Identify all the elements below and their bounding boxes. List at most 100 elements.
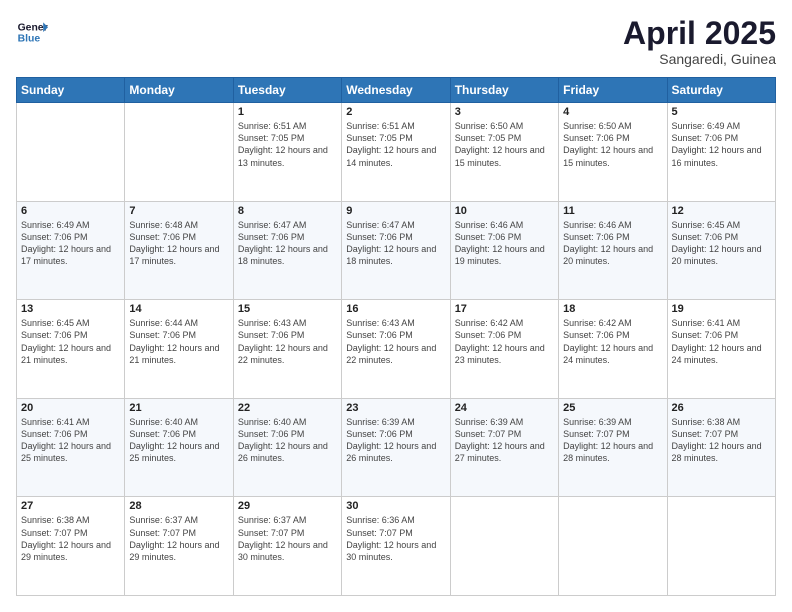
col-monday: Monday (125, 78, 233, 103)
day-number: 4 (563, 106, 662, 118)
day-number: 1 (238, 106, 337, 118)
day-number: 26 (672, 402, 771, 414)
day-info: Sunrise: 6:47 AMSunset: 7:06 PMDaylight:… (238, 219, 337, 268)
day-info: Sunrise: 6:50 AMSunset: 7:06 PMDaylight:… (563, 120, 662, 169)
day-info: Sunrise: 6:42 AMSunset: 7:06 PMDaylight:… (455, 317, 554, 366)
day-info: Sunrise: 6:42 AMSunset: 7:06 PMDaylight:… (563, 317, 662, 366)
calendar-week-row-4: 20Sunrise: 6:41 AMSunset: 7:06 PMDayligh… (17, 398, 776, 497)
day-info: Sunrise: 6:44 AMSunset: 7:06 PMDaylight:… (129, 317, 228, 366)
day-number: 22 (238, 402, 337, 414)
day-info: Sunrise: 6:39 AMSunset: 7:07 PMDaylight:… (563, 416, 662, 465)
table-row (667, 497, 775, 596)
day-info: Sunrise: 6:45 AMSunset: 7:06 PMDaylight:… (672, 219, 771, 268)
day-number: 8 (238, 205, 337, 217)
table-row: 18 Sunrise: 6:42 AMSunset: 7:06 PMDayligh… (559, 300, 667, 399)
table-row: 1 Sunrise: 6:51 AMSunset: 7:05 PMDaylight… (233, 103, 341, 202)
table-row: 24Sunrise: 6:39 AMSunset: 7:07 PMDayligh… (450, 398, 558, 497)
table-row: 16Sunrise: 6:43 AMSunset: 7:06 PMDayligh… (342, 300, 450, 399)
day-number: 13 (21, 303, 120, 315)
table-row: 9 Sunrise: 6:47 AMSunset: 7:06 PMDaylight… (342, 201, 450, 300)
table-row: 8 Sunrise: 6:47 AMSunset: 7:06 PMDaylight… (233, 201, 341, 300)
header: General Blue April 2025 Sangaredi, Guine… (16, 16, 776, 67)
table-row: 2 Sunrise: 6:51 AMSunset: 7:05 PMDaylight… (342, 103, 450, 202)
day-number: 18 (563, 303, 662, 315)
table-row: 13 Sunrise: 6:45 AMSunset: 7:06 PMDayligh… (17, 300, 125, 399)
day-number: 16 (346, 303, 445, 315)
table-row: 7 Sunrise: 6:48 AMSunset: 7:06 PMDaylight… (125, 201, 233, 300)
day-info: Sunrise: 6:41 AMSunset: 7:06 PMDaylight:… (672, 317, 771, 366)
day-info: Sunrise: 6:40 AMSunset: 7:06 PMDaylight:… (238, 416, 337, 465)
day-number: 29 (238, 500, 337, 512)
day-info: Sunrise: 6:49 AMSunset: 7:06 PMDaylight:… (21, 219, 120, 268)
table-row: 14 Sunrise: 6:44 AMSunset: 7:06 PMDayligh… (125, 300, 233, 399)
day-info: Sunrise: 6:45 AMSunset: 7:06 PMDaylight:… (21, 317, 120, 366)
day-number: 5 (672, 106, 771, 118)
day-info: Sunrise: 6:36 AMSunset: 7:07 PMDaylight:… (346, 514, 445, 563)
col-wednesday: Wednesday (342, 78, 450, 103)
table-row: 30Sunrise: 6:36 AMSunset: 7:07 PMDayligh… (342, 497, 450, 596)
day-number: 17 (455, 303, 554, 315)
day-number: 28 (129, 500, 228, 512)
table-row: 25 Sunrise: 6:39 AMSunset: 7:07 PMDayligh… (559, 398, 667, 497)
day-number: 27 (21, 500, 120, 512)
day-info: Sunrise: 6:46 AMSunset: 7:06 PMDaylight:… (563, 219, 662, 268)
table-row: 26Sunrise: 6:38 AMSunset: 7:07 PMDayligh… (667, 398, 775, 497)
day-number: 9 (346, 205, 445, 217)
day-info: Sunrise: 6:38 AMSunset: 7:07 PMDaylight:… (21, 514, 120, 563)
day-number: 7 (129, 205, 228, 217)
calendar-week-row-3: 13 Sunrise: 6:45 AMSunset: 7:06 PMDayligh… (17, 300, 776, 399)
table-row: 10Sunrise: 6:46 AMSunset: 7:06 PMDayligh… (450, 201, 558, 300)
day-info: Sunrise: 6:51 AMSunset: 7:05 PMDaylight:… (346, 120, 445, 169)
month-year-title: April 2025 (623, 16, 776, 51)
table-row: 27 Sunrise: 6:38 AMSunset: 7:07 PMDayligh… (17, 497, 125, 596)
table-row: 3 Sunrise: 6:50 AMSunset: 7:05 PMDaylight… (450, 103, 558, 202)
calendar-week-row-2: 6Sunrise: 6:49 AMSunset: 7:06 PMDaylight… (17, 201, 776, 300)
logo-icon: General Blue (16, 16, 48, 48)
table-row: 17 Sunrise: 6:42 AMSunset: 7:06 PMDayligh… (450, 300, 558, 399)
col-tuesday: Tuesday (233, 78, 341, 103)
table-row (17, 103, 125, 202)
col-friday: Friday (559, 78, 667, 103)
col-saturday: Saturday (667, 78, 775, 103)
col-thursday: Thursday (450, 78, 558, 103)
day-info: Sunrise: 6:47 AMSunset: 7:06 PMDaylight:… (346, 219, 445, 268)
day-number: 23 (346, 402, 445, 414)
day-info: Sunrise: 6:51 AMSunset: 7:05 PMDaylight:… (238, 120, 337, 169)
table-row: 15Sunrise: 6:43 AMSunset: 7:06 PMDayligh… (233, 300, 341, 399)
day-info: Sunrise: 6:48 AMSunset: 7:06 PMDaylight:… (129, 219, 228, 268)
location-subtitle: Sangaredi, Guinea (623, 51, 776, 67)
table-row: 23 Sunrise: 6:39 AMSunset: 7:06 PMDayligh… (342, 398, 450, 497)
day-number: 24 (455, 402, 554, 414)
table-row: 21 Sunrise: 6:40 AMSunset: 7:06 PMDayligh… (125, 398, 233, 497)
title-block: April 2025 Sangaredi, Guinea (623, 16, 776, 67)
day-number: 20 (21, 402, 120, 414)
day-info: Sunrise: 6:43 AMSunset: 7:06 PMDaylight:… (238, 317, 337, 366)
day-info: Sunrise: 6:37 AMSunset: 7:07 PMDaylight:… (238, 514, 337, 563)
day-info: Sunrise: 6:40 AMSunset: 7:06 PMDaylight:… (129, 416, 228, 465)
table-row: 19Sunrise: 6:41 AMSunset: 7:06 PMDayligh… (667, 300, 775, 399)
day-number: 3 (455, 106, 554, 118)
day-number: 25 (563, 402, 662, 414)
table-row: 28 Sunrise: 6:37 AMSunset: 7:07 PMDayligh… (125, 497, 233, 596)
calendar-header-row: Sunday Monday Tuesday Wednesday Thursday… (17, 78, 776, 103)
table-row: 12 Sunrise: 6:45 AMSunset: 7:06 PMDayligh… (667, 201, 775, 300)
svg-text:Blue: Blue (18, 34, 41, 45)
day-number: 11 (563, 205, 662, 217)
logo: General Blue (16, 16, 48, 48)
day-info: Sunrise: 6:46 AMSunset: 7:06 PMDaylight:… (455, 219, 554, 268)
col-sunday: Sunday (17, 78, 125, 103)
day-info: Sunrise: 6:39 AMSunset: 7:06 PMDaylight:… (346, 416, 445, 465)
table-row: 20Sunrise: 6:41 AMSunset: 7:06 PMDayligh… (17, 398, 125, 497)
day-info: Sunrise: 6:50 AMSunset: 7:05 PMDaylight:… (455, 120, 554, 169)
table-row: 4 Sunrise: 6:50 AMSunset: 7:06 PMDaylight… (559, 103, 667, 202)
day-info: Sunrise: 6:37 AMSunset: 7:07 PMDaylight:… (129, 514, 228, 563)
day-number: 14 (129, 303, 228, 315)
calendar-table: Sunday Monday Tuesday Wednesday Thursday… (16, 77, 776, 596)
table-row (559, 497, 667, 596)
page: General Blue April 2025 Sangaredi, Guine… (0, 0, 792, 612)
day-number: 21 (129, 402, 228, 414)
day-number: 12 (672, 205, 771, 217)
day-info: Sunrise: 6:49 AMSunset: 7:06 PMDaylight:… (672, 120, 771, 169)
table-row: 29 Sunrise: 6:37 AMSunset: 7:07 PMDayligh… (233, 497, 341, 596)
day-number: 2 (346, 106, 445, 118)
